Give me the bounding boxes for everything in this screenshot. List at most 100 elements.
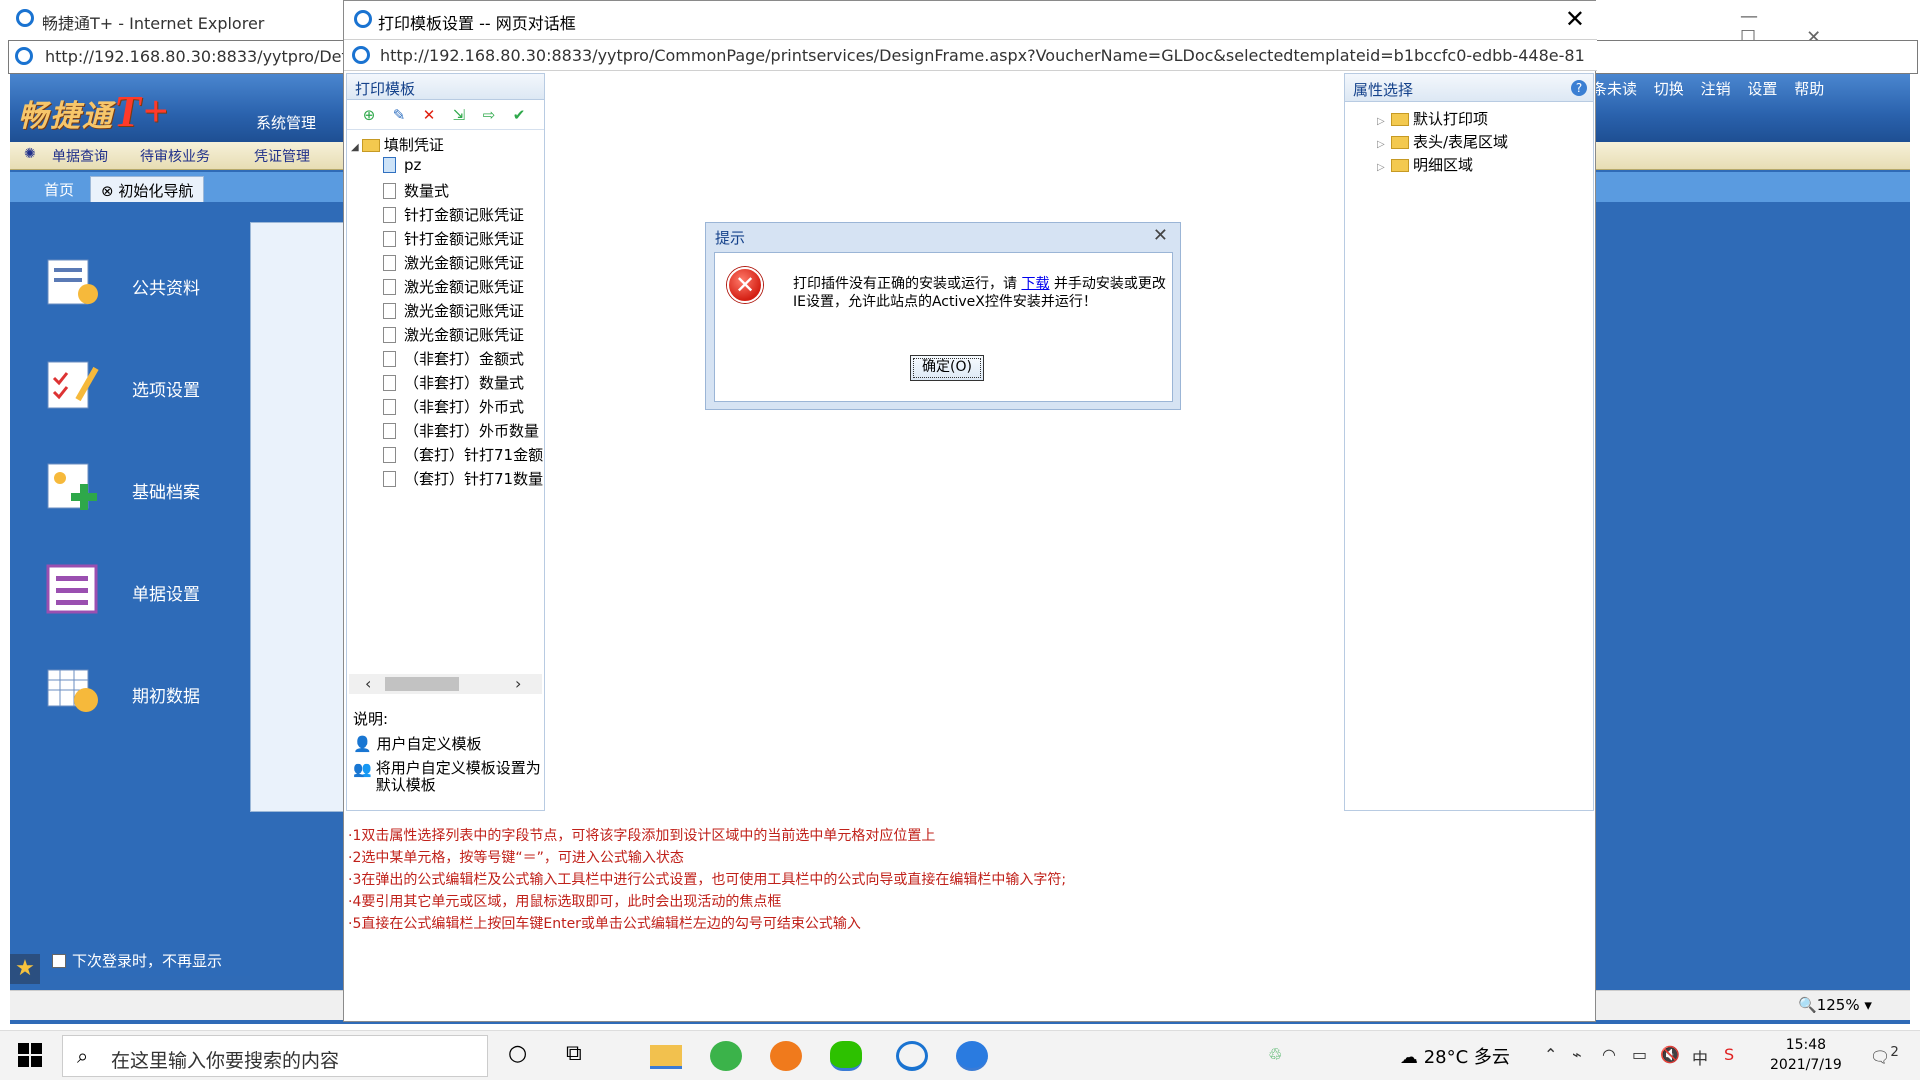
document-settings-icon (46, 564, 98, 614)
wifi-icon[interactable]: ◠ (1602, 1045, 1616, 1064)
menu-item-document-query[interactable]: 单据查询 (52, 146, 108, 166)
edit-template-icon[interactable]: ✎ (389, 106, 409, 124)
tree-item[interactable]: （非套打）外币式 (383, 396, 524, 418)
scroll-left-icon[interactable]: ‹ (365, 674, 371, 693)
tplus-app-icon[interactable] (956, 1041, 988, 1071)
checkbox[interactable] (52, 954, 66, 968)
menu-item-pending-review[interactable]: 待审核业务 (140, 146, 210, 166)
unread-link[interactable]: 条未读 (1592, 80, 1637, 98)
close-icon[interactable]: ✕ (1565, 5, 1585, 33)
ime-indicator[interactable]: 中 (1692, 1045, 1708, 1069)
menu-item-voucher-management[interactable]: 凭证管理 (254, 146, 310, 166)
weather[interactable]: ☁ 28°C 多云 (1400, 1043, 1510, 1069)
settings-link[interactable]: 设置 (1747, 80, 1777, 98)
wechat-icon[interactable] (830, 1041, 862, 1071)
scroll-right-icon[interactable]: › (515, 674, 521, 693)
taskbar-search[interactable]: ⌕ 在这里输入你要搜索的内容 (62, 1035, 488, 1077)
tree-item-label: 针打金额记账凭证 (404, 230, 525, 248)
attribute-node-header-footer[interactable]: ▷ 表头/表尾区域 (1377, 131, 1508, 153)
side-item-initial-data[interactable]: 期初数据 (32, 664, 252, 728)
search-icon: ⌕ (77, 1044, 89, 1068)
tree-item[interactable]: 针打金额记账凭证 (383, 204, 524, 226)
side-item-base-files[interactable]: 基础档案 (32, 460, 252, 524)
tray-app-icon[interactable]: ♲ (1268, 1045, 1282, 1064)
search-placeholder: 在这里输入你要搜索的内容 (111, 1050, 340, 1072)
system-management-label[interactable]: 系统管理 (256, 112, 316, 133)
tree-item[interactable]: 激光金额记账凭证 (383, 252, 524, 274)
no-show-checkbox[interactable]: 下次登录时，不再显示 (52, 950, 222, 971)
node-label: 表头/表尾区域 (1413, 133, 1509, 151)
sogou-ime-icon[interactable]: S (1724, 1045, 1734, 1064)
dialog-address-bar[interactable]: http://192.168.80.30:8833/yytpro/CommonP… (344, 39, 1597, 71)
scroll-thumb[interactable] (385, 677, 459, 691)
logout-link[interactable]: 注销 (1701, 80, 1731, 98)
file-explorer-icon[interactable] (650, 1045, 682, 1069)
cortana-icon[interactable]: ○ (508, 1041, 540, 1071)
notifications-icon[interactable]: 🗨2 (1870, 1045, 1899, 1066)
show-hidden-icons[interactable]: ⌃ (1544, 1045, 1557, 1064)
tree-item[interactable]: 激光金额记账凭证 (383, 300, 524, 322)
expand-triangle-icon[interactable]: ▷ (1377, 116, 1391, 127)
initial-data-icon (47, 669, 98, 712)
template-panel-header: 打印模板 (347, 74, 544, 100)
close-icon[interactable]: ✕ (1153, 225, 1168, 246)
legend-user-template: 👤 用户自定义模板 (353, 733, 543, 754)
tree-item[interactable]: （非套打）金额式 (383, 348, 524, 370)
horizontal-scrollbar[interactable]: ‹ › (349, 674, 542, 694)
browser-orange-icon[interactable] (770, 1041, 802, 1071)
dialog-url: http://192.168.80.30:8833/yytpro/CommonP… (380, 46, 1585, 65)
tree-item[interactable]: 激光金额记账凭证 (383, 276, 524, 298)
side-item-document-settings[interactable]: 单据设置 (32, 562, 252, 626)
template-tree: ◢ 填制凭证 pz 数量式 针打金额记账凭证 针打金额记账凭证 激光金额记账凭证 激光金额… (347, 134, 544, 564)
ok-button[interactable]: 确定(O) (910, 355, 984, 381)
tree-item[interactable]: （套打）针打71数量 (383, 468, 543, 490)
tree-root-label: 填制凭证 (383, 136, 444, 154)
attribute-node-detail[interactable]: ▷ 明细区域 (1377, 154, 1473, 176)
network-icon[interactable]: ⌁ (1572, 1045, 1582, 1064)
switch-link[interactable]: 切换 (1654, 80, 1684, 98)
clock-date: 2021/7/19 (1770, 1057, 1842, 1073)
side-item-options[interactable]: 选项设置 (32, 358, 252, 422)
tab-close-icon[interactable]: ⊗ (101, 182, 118, 200)
export-template-icon[interactable]: ⇨ (479, 106, 499, 124)
tree-root[interactable]: ◢ 填制凭证 (351, 134, 444, 156)
tree-item[interactable]: 针打金额记账凭证 (383, 228, 524, 250)
volume-icon[interactable]: 🔇 (1660, 1045, 1680, 1064)
import-template-icon[interactable]: ⇲ (449, 106, 469, 124)
download-link[interactable]: 下载 (1021, 276, 1049, 292)
expand-triangle-icon[interactable]: ▷ (1377, 162, 1391, 173)
expand-triangle-icon[interactable]: ▷ (1377, 139, 1391, 150)
tree-item[interactable]: （套打）针打71金额 (383, 444, 543, 466)
help-link[interactable]: 帮助 (1794, 80, 1824, 98)
tab-home[interactable]: 首页 (34, 176, 84, 202)
clock[interactable]: 15:48 2021/7/19 (1770, 1035, 1842, 1075)
side-item-label: 公共资料 (132, 279, 200, 299)
expand-triangle-icon[interactable]: ◢ (351, 142, 362, 153)
internet-explorer-icon[interactable] (896, 1041, 928, 1071)
no-show-label: 下次登录时，不再显示 (72, 952, 223, 970)
tree-item[interactable]: （非套打）外币数量 (383, 420, 539, 442)
document-icon (383, 351, 396, 367)
task-view-icon[interactable]: ⧉ (566, 1041, 598, 1071)
tree-item[interactable]: 激光金额记账凭证 (383, 324, 524, 346)
tree-item[interactable]: （非套打）数量式 (383, 372, 524, 394)
tree-item-selected[interactable]: pz (383, 156, 421, 178)
side-item-public-data[interactable]: 公共资料 (32, 256, 252, 320)
zoom-level[interactable]: 🔍125% ▾ (1798, 996, 1872, 1014)
delete-template-icon[interactable]: ✕ (419, 106, 439, 124)
browser-green-icon[interactable] (710, 1041, 742, 1071)
windows-start-icon[interactable] (18, 1043, 42, 1067)
alert-message: 打印插件没有正确的安装或运行，请 下载 并手动安装或更改IE设置，允许此站点的A… (793, 275, 1168, 311)
document-icon (383, 327, 396, 343)
add-template-icon[interactable]: ⊕ (359, 106, 379, 124)
battery-icon[interactable]: ▭ (1632, 1045, 1647, 1064)
tree-item[interactable]: 数量式 (383, 180, 449, 202)
attribute-node-default-print[interactable]: ▷ 默认打印项 (1377, 108, 1488, 130)
set-default-icon[interactable]: ✔ (509, 106, 529, 124)
taskbar: ⌕ 在这里输入你要搜索的内容 ○ ⧉ ♲ ☁ 28°C 多云 ⌃ ⌁ ◠ ▭ 🔇 … (0, 1030, 1920, 1080)
help-icon[interactable]: ? (1571, 80, 1587, 96)
ie-icon (16, 9, 34, 27)
tab-init-navigation[interactable]: ⊗ 初始化导航 (90, 176, 205, 202)
logo-text: 畅捷通 (18, 99, 114, 134)
favorite-star-icon[interactable]: ★ (10, 954, 40, 984)
